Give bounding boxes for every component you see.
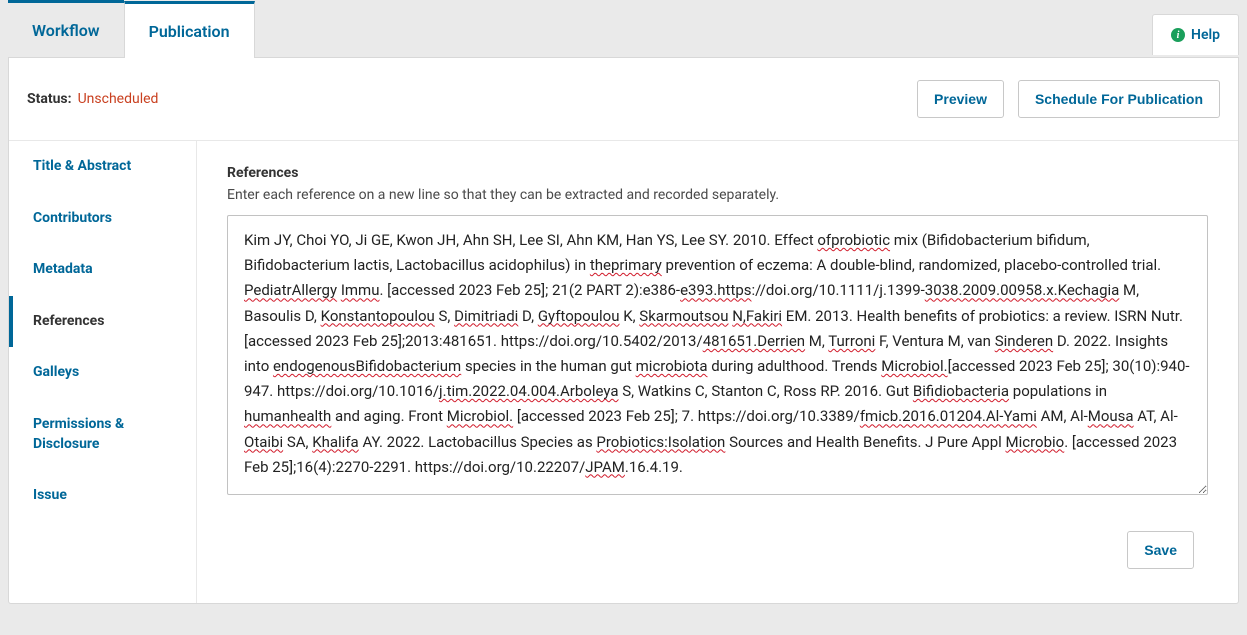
tab-publication[interactable]: Publication	[124, 1, 255, 58]
preview-button[interactable]: Preview	[917, 80, 1004, 118]
sidebar-item-permissions[interactable]: Permissions & Disclosure	[9, 399, 196, 470]
sidebar-item-contributors[interactable]: Contributors	[9, 193, 196, 245]
tab-workflow[interactable]: Workflow	[8, 0, 124, 57]
sidebar-item-galleys[interactable]: Galleys	[9, 347, 196, 399]
status-bar: Status: Unscheduled Preview Schedule For…	[9, 58, 1238, 141]
references-title: References	[227, 165, 1208, 181]
help-label: Help	[1191, 27, 1220, 43]
sidebar-item-issue[interactable]: Issue	[9, 470, 196, 522]
references-textarea[interactable]: Kim JY, Choi YO, Ji GE, Kwon JH, Ahn SH,…	[227, 215, 1208, 495]
main-tabs: Workflow Publication i Help	[8, 0, 1239, 57]
help-button[interactable]: i Help	[1152, 14, 1239, 55]
save-button[interactable]: Save	[1127, 531, 1194, 569]
status-value: Unscheduled	[78, 91, 159, 107]
references-panel: References Enter each reference on a new…	[197, 141, 1238, 603]
sidebar-item-metadata[interactable]: Metadata	[9, 244, 196, 296]
sidebar-item-references[interactable]: References	[9, 296, 196, 348]
info-icon: i	[1171, 28, 1185, 42]
references-subtitle: Enter each reference on a new line so th…	[227, 187, 1208, 203]
schedule-button[interactable]: Schedule For Publication	[1018, 80, 1220, 118]
sidebar-item-title-abstract[interactable]: Title & Abstract	[9, 141, 196, 193]
status-label: Status:	[27, 91, 72, 107]
publication-sidebar: Title & Abstract Contributors Metadata R…	[9, 141, 197, 603]
